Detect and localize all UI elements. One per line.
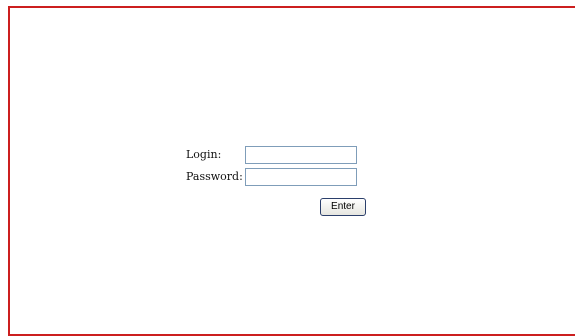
password-input[interactable] (245, 168, 357, 186)
password-row: Password: (186, 168, 366, 186)
password-label: Password: (186, 170, 243, 183)
login-input[interactable] (245, 146, 357, 164)
enter-button[interactable]: Enter (320, 198, 366, 216)
login-label: Login: (186, 148, 222, 161)
page-frame: Login: Password: Enter (8, 6, 575, 336)
login-row: Login: (186, 146, 366, 164)
